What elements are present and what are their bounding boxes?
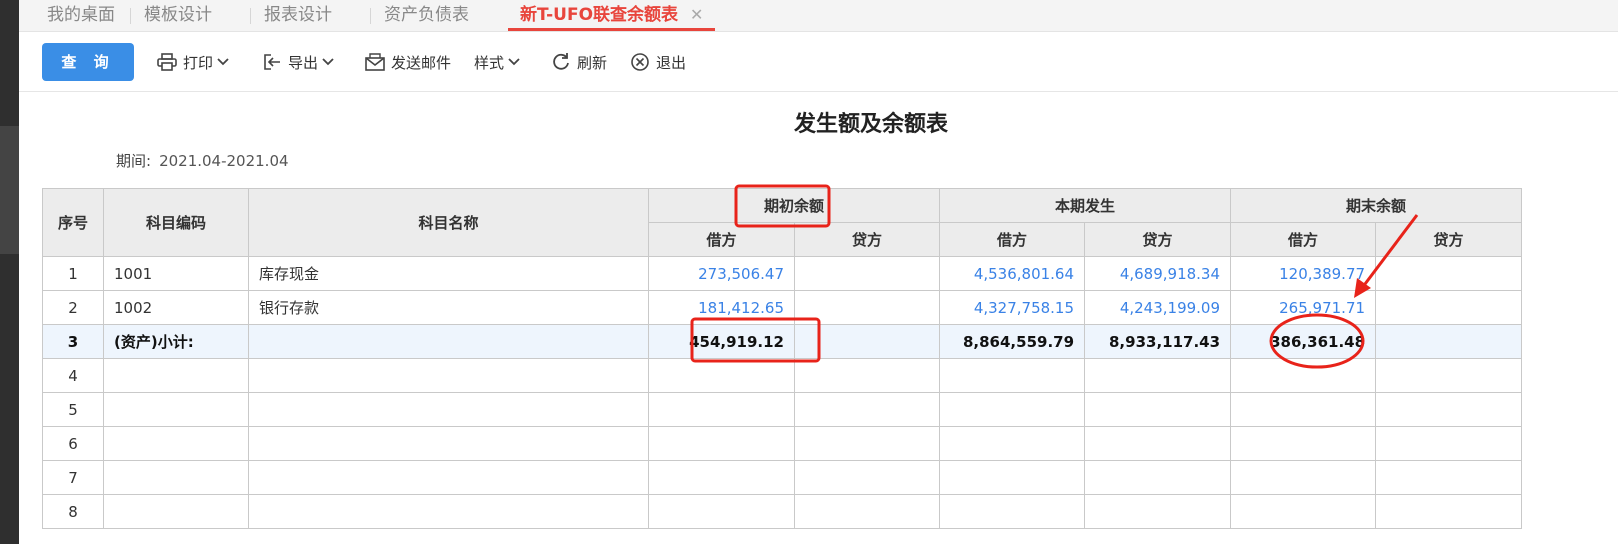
highlight-box-opening-total xyxy=(690,317,821,363)
annotation-overlay xyxy=(690,184,1419,369)
highlight-box-opening-header xyxy=(734,184,831,228)
annotation-arrow-line xyxy=(1360,214,1419,289)
highlight-circle-closing-total xyxy=(1269,313,1365,369)
